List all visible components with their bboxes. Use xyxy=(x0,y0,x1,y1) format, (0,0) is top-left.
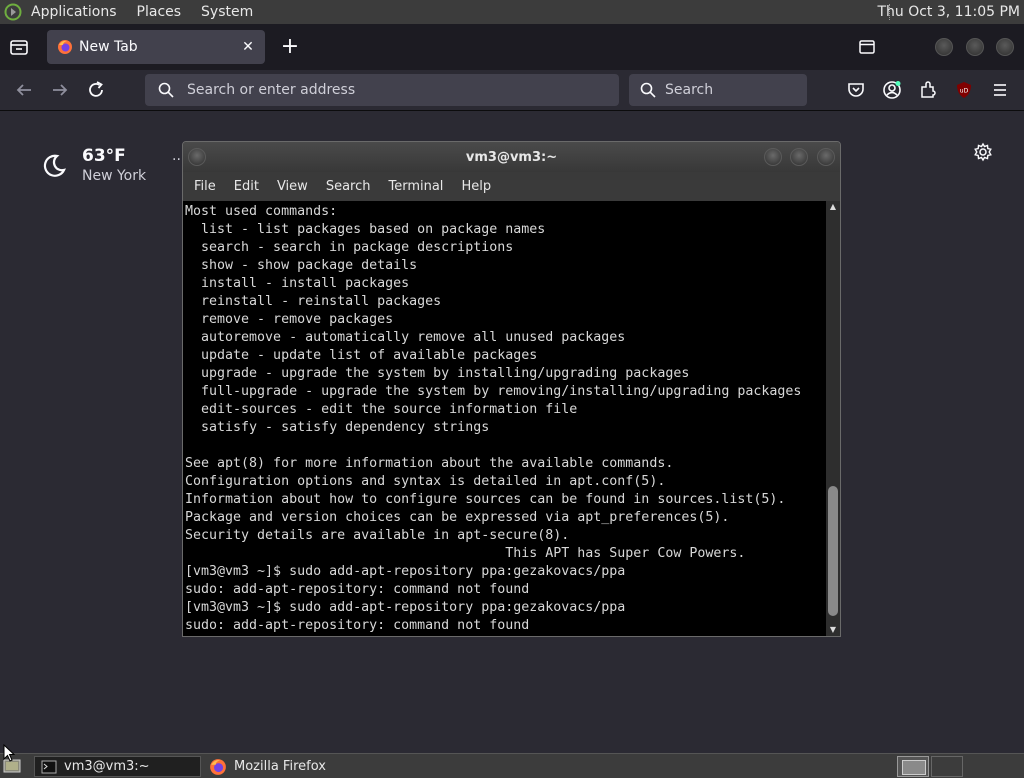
close-tab-icon[interactable]: ✕ xyxy=(239,38,257,56)
top-panel: Applications Places System Thu Oct 3, 11… xyxy=(0,0,1024,24)
terminal-line: update - update list of available packag… xyxy=(185,348,538,363)
scroll-down-arrow-icon[interactable]: ▼ xyxy=(826,624,840,636)
moon-icon xyxy=(43,154,66,177)
menu-help[interactable]: Help xyxy=(452,179,500,194)
address-bar-placeholder: Search or enter address xyxy=(187,82,356,98)
bottom-panel: vm3@vm3:~ Mozilla Firefox xyxy=(0,753,1024,778)
clock[interactable]: Thu Oct 3, 11:05 PM xyxy=(877,0,1020,24)
places-menu[interactable]: Places xyxy=(128,0,193,24)
terminal-window[interactable]: vm3@vm3:~ File Edit View Search Terminal… xyxy=(182,141,841,637)
terminal-maximize-button[interactable] xyxy=(790,148,808,166)
hamburger-menu-icon[interactable] xyxy=(990,80,1010,100)
weather-temperature: 63°F xyxy=(82,146,126,166)
terminal-line: This APT has Super Cow Powers. xyxy=(185,546,746,561)
reload-icon[interactable] xyxy=(84,78,108,102)
scroll-up-arrow-icon[interactable]: ▲ xyxy=(826,201,840,213)
terminal-line: upgrade - upgrade the system by installi… xyxy=(185,366,690,381)
menu-edit[interactable]: Edit xyxy=(225,179,268,194)
weather-more-button[interactable]: .. xyxy=(172,148,181,164)
new-tab-button[interactable]: + xyxy=(278,36,302,60)
places-menu-label: Places xyxy=(136,4,182,20)
terminal-icon xyxy=(41,760,57,773)
terminal-line: edit-sources - edit the source informati… xyxy=(185,402,578,417)
firefox-view-icon[interactable] xyxy=(8,36,30,58)
firefox-icon xyxy=(210,758,226,775)
terminal-line: full-upgrade - upgrade the system by rem… xyxy=(185,384,802,399)
terminal-titlebar[interactable]: vm3@vm3:~ xyxy=(183,142,840,172)
minimize-window-button[interactable] xyxy=(935,38,953,56)
terminal-line: [vm3@vm3 ~]$ sudo add-apt-repository ppa… xyxy=(185,564,626,579)
extensions-icon[interactable] xyxy=(918,80,938,100)
applications-menu-label: Applications xyxy=(31,4,117,20)
ublock-origin-icon[interactable]: uD xyxy=(954,80,974,100)
terminal-output[interactable]: Most used commands: list - list packages… xyxy=(183,201,826,636)
system-menu[interactable]: System xyxy=(192,0,264,24)
navigation-toolbar: Search or enter address Search uD xyxy=(0,70,1024,111)
terminal-line: remove - remove packages xyxy=(185,312,394,327)
terminal-line: autoremove - automatically remove all un… xyxy=(185,330,626,345)
terminal-minimize-button[interactable] xyxy=(764,148,782,166)
workspace-2[interactable] xyxy=(931,756,963,777)
terminal-line: Information about how to configure sourc… xyxy=(185,492,786,507)
taskbar-item-label: Mozilla Firefox xyxy=(234,759,326,774)
terminal-close-button[interactable] xyxy=(817,148,835,166)
terminal-line: list - list packages based on package na… xyxy=(185,222,546,237)
terminal-line: search - search in package descriptions xyxy=(185,240,514,255)
terminal-line: satisfy - satisfy dependency strings xyxy=(185,420,490,435)
weather-widget[interactable]: 63°F New York xyxy=(40,146,146,184)
menu-file[interactable]: File xyxy=(185,179,225,194)
svg-text:uD: uD xyxy=(960,88,969,95)
workspace-1[interactable] xyxy=(897,756,929,777)
terminal-line: Security details are available in apt-se… xyxy=(185,528,570,543)
terminal-scrollbar[interactable]: ▲ ▼ xyxy=(826,201,840,636)
firefox-icon xyxy=(58,40,72,54)
system-menu-label: System xyxy=(201,4,254,20)
gear-icon[interactable] xyxy=(973,142,993,162)
terminal-menubar: File Edit View Search Terminal Help xyxy=(183,172,840,201)
taskbar-item-firefox[interactable]: Mozilla Firefox xyxy=(203,756,371,777)
terminal-line: Most used commands: xyxy=(185,204,338,219)
weather-text: 63°F New York xyxy=(82,146,146,184)
applications-menu[interactable]: Applications xyxy=(0,0,128,24)
terminal-line: reinstall - reinstall packages xyxy=(185,294,442,309)
search-icon xyxy=(640,82,656,98)
terminal-line: See apt(8) for more information about th… xyxy=(185,456,674,471)
pocket-icon[interactable] xyxy=(846,80,866,100)
mouse-cursor-icon xyxy=(3,744,15,762)
terminal-line: Package and version choices can be expre… xyxy=(185,510,730,525)
address-bar[interactable]: Search or enter address xyxy=(145,74,619,106)
terminal-line: show - show package details xyxy=(185,258,418,273)
close-window-button[interactable] xyxy=(996,38,1014,56)
scrollbar-thumb[interactable] xyxy=(828,486,838,616)
terminal-line: Configuration options and syntax is deta… xyxy=(185,474,666,489)
menu-view[interactable]: View xyxy=(268,179,317,194)
tab-bar: New Tab ✕ + xyxy=(0,24,1024,70)
window-icon[interactable] xyxy=(858,38,876,56)
menu-terminal[interactable]: Terminal xyxy=(379,179,452,194)
applications-icon xyxy=(4,3,22,21)
search-icon xyxy=(158,82,174,98)
terminal-line: sudo: add-apt-repository: command not fo… xyxy=(185,582,530,597)
taskbar-item-terminal[interactable]: vm3@vm3:~ xyxy=(34,756,201,777)
search-bar-placeholder: Search xyxy=(665,82,714,98)
search-bar[interactable]: Search xyxy=(629,74,807,106)
terminal-line: install - install packages xyxy=(185,276,410,291)
menu-search[interactable]: Search xyxy=(317,179,380,194)
maximize-window-button[interactable] xyxy=(966,38,984,56)
forward-icon[interactable] xyxy=(48,78,72,102)
terminal-title: vm3@vm3:~ xyxy=(465,150,558,165)
terminal-line: [vm3@vm3 ~]$ sudo add-apt-repository ppa… xyxy=(185,600,626,615)
terminal-line: sudo: add-apt-repository: command not fo… xyxy=(185,618,530,633)
taskbar-item-label: vm3@vm3:~ xyxy=(64,759,150,774)
weather-city: New York xyxy=(82,168,147,184)
account-icon[interactable] xyxy=(882,80,902,100)
tab-new-tab[interactable]: New Tab ✕ xyxy=(47,30,265,64)
tab-title: New Tab xyxy=(79,39,138,55)
back-icon[interactable] xyxy=(12,78,36,102)
